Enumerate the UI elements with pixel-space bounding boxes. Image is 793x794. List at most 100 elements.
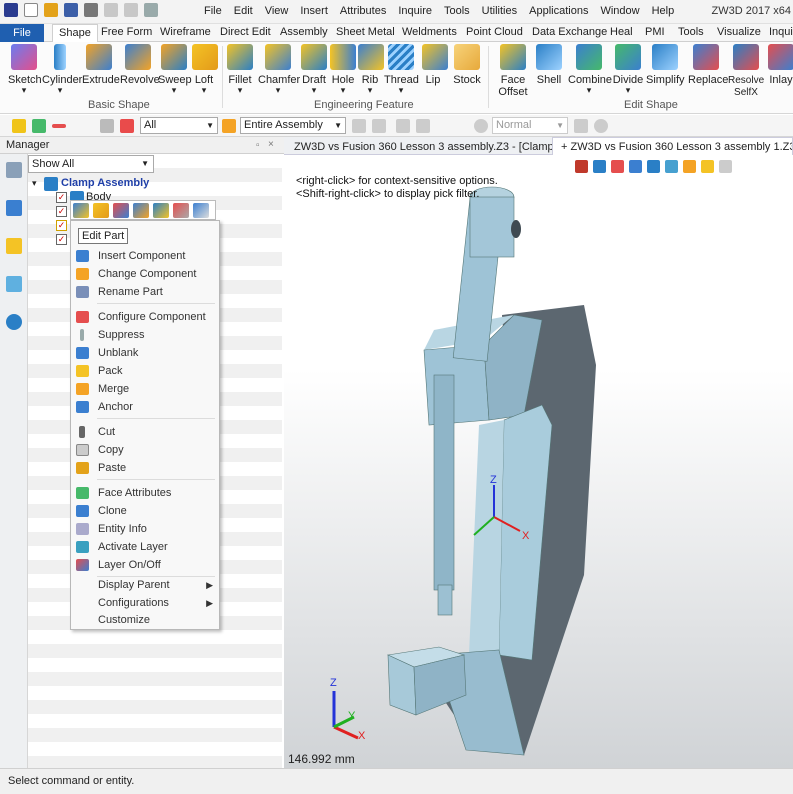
resolve-selfx-button[interactable]: Resolve SelfX	[728, 44, 764, 98]
view-cube-icon[interactable]	[647, 160, 660, 173]
view-background-icon[interactable]	[701, 160, 714, 173]
view-standard-icon[interactable]	[665, 160, 678, 173]
settings-icon[interactable]	[474, 119, 488, 133]
redo-icon[interactable]	[124, 3, 138, 17]
menu-item-change-component[interactable]: Change Component	[71, 265, 219, 283]
properties-icon[interactable]	[193, 203, 209, 218]
gear-icon[interactable]	[594, 119, 608, 133]
grid-icon[interactable]	[372, 119, 386, 133]
tab-data-exchange[interactable]: Data Exchange	[532, 26, 607, 38]
stock-button[interactable]: Stock	[452, 44, 482, 86]
sweep-button[interactable]: Sweep ▾	[158, 44, 192, 95]
menu-item-entity-info[interactable]: Entity Info	[71, 520, 219, 538]
tab-sheet-metal[interactable]: Sheet Metal	[336, 26, 395, 38]
undo-icon[interactable]	[104, 3, 118, 17]
menu-edit[interactable]: Edit	[228, 5, 259, 17]
menu-item-configurations[interactable]: Configurations ▶	[71, 594, 219, 612]
view-orient-icon[interactable]	[593, 160, 606, 173]
hide-component-icon[interactable]	[153, 203, 169, 218]
menu-window[interactable]: Window	[594, 5, 645, 17]
print-icon[interactable]	[84, 3, 98, 17]
align-icon[interactable]	[396, 119, 410, 133]
menu-item-cut[interactable]: Cut	[71, 423, 219, 441]
menu-item-face-attributes[interactable]: Face Attributes	[71, 484, 219, 502]
revolve-button[interactable]: Revolve	[120, 44, 160, 86]
add-icon[interactable]	[32, 119, 46, 133]
menu-item-merge[interactable]: Merge	[71, 380, 219, 398]
menu-item-rename-part[interactable]: Rename Part	[71, 283, 219, 301]
open-folder-icon[interactable]	[44, 3, 58, 17]
menu-item-anchor[interactable]: Anchor	[71, 398, 219, 416]
menu-item-activate-layer[interactable]: Activate Layer	[71, 538, 219, 556]
menu-item-paste[interactable]: Paste	[71, 459, 219, 477]
new-file-icon[interactable]	[24, 3, 38, 17]
cursor-icon[interactable]	[574, 119, 588, 133]
cylinder-button[interactable]: Cylinder ▾	[42, 44, 82, 95]
pick-arrow-icon[interactable]	[12, 119, 26, 133]
tab-inquire[interactable]: Inquire	[769, 26, 793, 38]
document-tab-1[interactable]: ZW3D vs Fusion 360 Lesson 3 assembly.Z3 …	[294, 140, 569, 153]
part-tab-icon[interactable]	[6, 238, 22, 254]
assembly-tree-tab-icon[interactable]	[6, 200, 22, 216]
menu-item-customize[interactable]: Customize	[71, 611, 219, 629]
filter-select[interactable]: All ▼	[140, 117, 218, 134]
menu-item-suppress[interactable]: Suppress	[71, 326, 219, 344]
menu-item-clone[interactable]: Clone	[71, 502, 219, 520]
pin-icon[interactable]: ▫	[256, 140, 260, 151]
tree-checkbox-4[interactable]: ✓	[56, 234, 67, 245]
bar-chart-icon[interactable]	[120, 119, 134, 133]
menu-tools[interactable]: Tools	[438, 5, 476, 17]
tab-direct-edit[interactable]: Direct Edit	[220, 26, 271, 38]
view-back-icon[interactable]	[575, 160, 588, 173]
loft-button[interactable]: Loft ▾	[192, 44, 218, 95]
render-mode-select[interactable]: Normal ▼	[492, 117, 568, 134]
tree-checkbox-body[interactable]: ✓	[56, 192, 67, 203]
tab-file[interactable]: File	[0, 24, 44, 42]
tree-checkbox-3[interactable]: ✓	[56, 220, 67, 231]
menu-help[interactable]: Help	[646, 5, 681, 17]
menu-utilities[interactable]: Utilities	[476, 5, 523, 17]
tree-root-clamp-assembly[interactable]: Clamp Assembly	[61, 177, 149, 189]
view-pen-icon[interactable]	[611, 160, 624, 173]
tab-free-form[interactable]: Free Form	[101, 26, 152, 38]
combine-button[interactable]: Combine ▾	[568, 44, 612, 95]
show-filter-select[interactable]: Show All ▼	[28, 155, 154, 173]
image-tab-icon[interactable]	[6, 276, 22, 292]
menu-inquire[interactable]: Inquire	[392, 5, 438, 17]
lip-button[interactable]: Lip	[422, 44, 448, 86]
close-icon[interactable]: ×	[268, 139, 274, 150]
3d-viewport[interactable]: Z X	[284, 155, 793, 768]
menu-insert[interactable]: Insert	[294, 5, 334, 17]
tab-weldments[interactable]: Weldments	[402, 26, 457, 38]
filter-icon[interactable]	[100, 119, 114, 133]
tab-assembly[interactable]: Assembly	[280, 26, 328, 38]
view-shade-icon[interactable]	[629, 160, 642, 173]
remove-icon[interactable]	[52, 124, 66, 128]
tab-shape[interactable]: Shape	[52, 24, 98, 42]
menu-view[interactable]: View	[259, 5, 295, 17]
menu-item-unblank[interactable]: Unblank	[71, 344, 219, 362]
hole-button[interactable]: Hole ▾	[330, 44, 356, 95]
thread-button[interactable]: Thread ▾	[384, 44, 419, 95]
distribute-icon[interactable]	[416, 119, 430, 133]
tab-pmi[interactable]: PMI	[645, 26, 665, 38]
menu-item-layer-on-off[interactable]: Layer On/Off	[71, 556, 219, 574]
menu-item-insert-component[interactable]: Insert Component	[71, 247, 219, 265]
view-light-icon[interactable]	[683, 160, 696, 173]
simplify-button[interactable]: Simplify	[646, 44, 685, 86]
tab-tools[interactable]: Tools	[678, 26, 704, 38]
edit-part-icon[interactable]	[73, 203, 89, 218]
document-tab-2-active[interactable]: + ZW3D vs Fusion 360 Lesson 3 assembly 1…	[552, 137, 793, 155]
tab-visualize[interactable]: Visualize	[717, 26, 761, 38]
tab-wireframe[interactable]: Wireframe	[160, 26, 211, 38]
menu-applications[interactable]: Applications	[523, 5, 594, 17]
menu-item-configure-component[interactable]: Configure Component	[71, 308, 219, 326]
replace-button[interactable]: Replace	[688, 44, 728, 86]
reorder-icon[interactable]	[113, 203, 129, 218]
tab-point-cloud[interactable]: Point Cloud	[466, 26, 523, 38]
snap-icon[interactable]	[352, 119, 366, 133]
menu-item-display-parent[interactable]: Display Parent ▶	[71, 576, 219, 594]
menu-item-copy[interactable]: Copy	[71, 441, 219, 459]
inlay-button[interactable]: Inlay	[768, 44, 793, 86]
chamfer-button[interactable]: Chamfer ▾	[258, 44, 300, 95]
